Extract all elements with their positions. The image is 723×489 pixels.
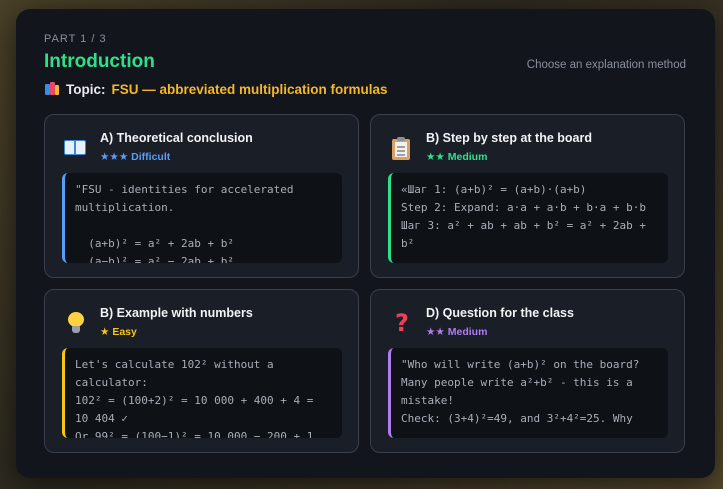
explanation-method-dialog: PART 1 / 3 Introduction Choose an explan… — [16, 9, 715, 478]
card-body-text: "Who will write (a+b)² on the board? Man… — [401, 358, 640, 425]
topic-line: Topic: FSU — abbreviated multiplication … — [44, 81, 388, 97]
method-card-example-numbers[interactable]: B) Example with numbers ★ Easy Let's cal… — [44, 289, 359, 453]
card-body: "Who will write (a+b)² on the board? Man… — [388, 348, 668, 438]
difficulty-badge: ★ Easy — [100, 326, 137, 338]
part-indicator: PART 1 / 3 — [44, 33, 107, 45]
topic-value: FSU — abbreviated multiplication formula… — [111, 81, 388, 97]
method-card-step-by-step[interactable]: B) Step by step at the board ★★ Medium «… — [370, 114, 685, 278]
method-card-theoretical[interactable]: A) Theoretical conclusion ★★★ Difficult … — [44, 114, 359, 278]
card-title: B) Step by step at the board — [426, 131, 592, 145]
card-body: "FSU - identities for accelerated multip… — [62, 173, 342, 263]
card-body: «Шаг 1: (a+b)² = (a+b)·(a+b) Step 2: Exp… — [388, 173, 668, 263]
card-body: Let's calculate 102² without a calculato… — [62, 348, 342, 438]
card-body-text: "FSU - identities for accelerated multip… — [75, 183, 294, 263]
card-body-text: Let's calculate 102² without a calculato… — [75, 358, 314, 438]
clipboard-icon — [389, 135, 415, 161]
books-icon — [44, 81, 60, 97]
difficulty-badge: ★★ Medium — [426, 326, 488, 338]
card-body-text: «Шаг 1: (a+b)² = (a+b)·(a+b) Step 2: Exp… — [401, 183, 647, 250]
difficulty-badge: ★★ Medium — [426, 151, 488, 163]
card-title: A) Theoretical conclusion — [100, 131, 253, 145]
choose-method-hint: Choose an explanation method — [526, 59, 686, 71]
card-title: D) Question for the class — [426, 306, 574, 320]
question-mark-icon: ? — [395, 309, 409, 337]
method-card-class-question[interactable]: ? D) Question for the class ★★ Medium "W… — [370, 289, 685, 453]
light-bulb-icon — [63, 310, 89, 336]
card-title: B) Example with numbers — [100, 306, 253, 320]
page-title: Introduction — [44, 51, 155, 72]
difficulty-badge: ★★★ Difficult — [100, 151, 171, 163]
open-book-icon — [63, 135, 89, 161]
topic-label: Topic: — [66, 81, 106, 97]
